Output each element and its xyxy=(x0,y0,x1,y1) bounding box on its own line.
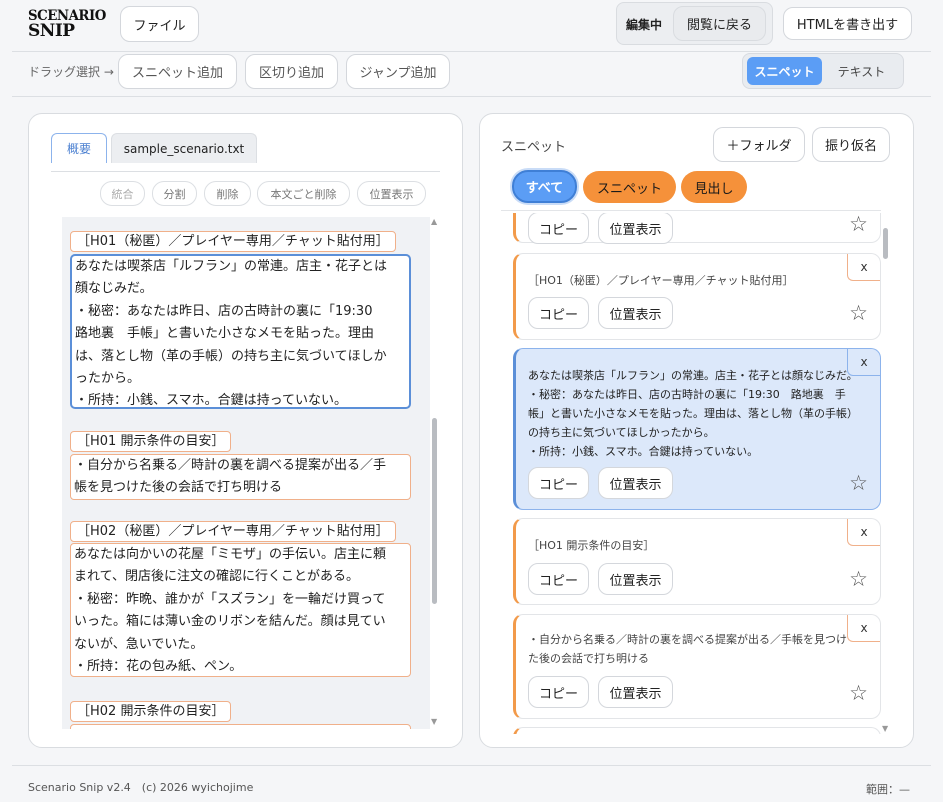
footer-version: Scenario Snip v2.4 (c) 2026 wyichojime xyxy=(28,781,254,794)
snippets-title: スニペット xyxy=(501,140,567,155)
mode-label: 編集中 xyxy=(626,18,663,32)
add-folder-button[interactable]: ＋フォルダ xyxy=(713,127,805,162)
block-body[interactable]: あなたは喫茶店「ルフラン」の常連。店主・花子とは 顔なじみだ。 ・秘密：あなたは… xyxy=(70,254,411,409)
close-icon[interactable]: x xyxy=(847,615,880,642)
snippet-card[interactable]: x ［HO1（秘匿）／プレイヤー専用／チャット貼付用］ コピー 位置表示 ☆ xyxy=(513,253,881,340)
body-line: ・秘密：あなたは昨日、店の古時計の裏に「19:30 xyxy=(75,303,386,319)
star-icon[interactable]: ☆ xyxy=(849,567,868,591)
snippet-text: ［HO1（秘匿）／プレイヤー専用／チャット貼付用］ xyxy=(528,274,794,287)
copy-button[interactable]: コピー xyxy=(528,213,589,244)
body-line: ・秘密：昨晩、誰かが「スズラン」を一輪だけ買って xyxy=(74,591,386,607)
snippet-line: ・所持：小銭、スマホ。合鍵は持っていない。 xyxy=(528,445,759,458)
locate-button[interactable]: 位置表示 xyxy=(598,467,673,499)
snippet-line: 帳」と書いた小さなメモを貼った。理由は、落とし物（革の手帳） xyxy=(528,407,858,420)
scroll-up-icon[interactable]: ▲ xyxy=(431,217,437,226)
filter-all[interactable]: すべて xyxy=(512,170,577,203)
block-body[interactable]: あなたは向かいの花屋「ミモザ」の手伝い。店主に頼 まれて、閉店後に注文の確認に行… xyxy=(70,543,411,677)
footer-range: 範囲：— xyxy=(866,783,910,796)
toggle-text[interactable]: テキスト xyxy=(824,57,899,85)
star-icon[interactable]: ☆ xyxy=(849,301,868,325)
locate-button[interactable]: 位置表示 xyxy=(598,297,673,329)
body-line: ったから。 xyxy=(75,371,141,387)
toggle-snippet[interactable]: スニペット xyxy=(747,57,822,85)
logo-line-1: SCENARIO xyxy=(28,8,106,24)
snippet-text: あなたは喫茶店「ルフラン」の常連。店主・花子とは顔なじみだ。 ・秘密：あなたは昨… xyxy=(528,366,858,461)
body-line: 帳を見つけた後の会話で打ち明ける xyxy=(74,480,283,496)
body-line: ・自分から名乗る／時計の裏を調べる提案が出る／手 xyxy=(74,458,387,473)
body-line: あなたは向かいの花屋「ミモザ」の手伝い。店主に頼 xyxy=(74,547,387,562)
snippet-line: あなたは喫茶店「ルフラン」の常連。店主・花子とは顔なじみだ。 xyxy=(528,369,858,382)
body-line: ・所持：花の包み紙、ペン。 xyxy=(74,659,243,675)
merge-button[interactable]: 統合 xyxy=(100,181,145,206)
furigana-button[interactable]: 振り仮名 xyxy=(812,127,890,162)
body-line: ・所持：小銭、スマホ。合鍵は持っていない。 xyxy=(75,393,347,409)
export-html-button[interactable]: HTMLを書き出す xyxy=(783,7,912,40)
editor-content[interactable]: ［H01（秘匿）／プレイヤー専用／チャット貼付用］ あなたは喫茶店「ルフラン」の… xyxy=(62,217,430,729)
filter-heading[interactable]: 見出し xyxy=(681,171,747,203)
snippet-text: ［HO1 開示条件の目安］ xyxy=(528,539,655,552)
copy-button[interactable]: コピー xyxy=(528,676,589,708)
block-heading[interactable]: ［H02 開示条件の目安］ xyxy=(70,701,232,722)
snippet-card[interactable] xyxy=(513,727,881,734)
snippet-line: た後の会話で打ち明ける xyxy=(528,652,649,665)
back-to-view-button[interactable]: 閲覧に戻る xyxy=(673,6,766,41)
split-button[interactable]: 分割 xyxy=(152,181,197,206)
snippet-card[interactable]: x ・自分から名乗る／時計の裏を調べる提案が出る／手帳を見つけ た後の会話で打ち… xyxy=(513,614,881,719)
snippet-scrollbar[interactable] xyxy=(883,228,888,259)
block-heading[interactable]: ［H01（秘匿）／プレイヤー専用／チャット貼付用］ xyxy=(70,231,396,252)
delete-button[interactable]: 削除 xyxy=(204,181,251,206)
body-line: まれて、閉店後に注文の確認に行くことがある。 xyxy=(74,569,359,585)
snippet-line: ・秘密：あなたは昨日、店の古時計の裏に「19:30 路地裏 手 xyxy=(528,388,846,401)
star-icon[interactable]: ☆ xyxy=(849,471,868,495)
block-heading[interactable]: ［H01 開示条件の目安］ xyxy=(70,431,232,452)
locate-button[interactable]: 位置表示 xyxy=(598,563,673,595)
drag-select-label: ドラッグ選択 → xyxy=(28,65,114,79)
body-line: いった。箱には薄い金のリボンを結んだ。顔は見てい xyxy=(74,614,386,630)
copy-button[interactable]: コピー xyxy=(528,563,589,595)
close-icon[interactable]: x xyxy=(847,519,880,546)
copy-button[interactable]: コピー xyxy=(528,297,589,329)
tab-overview[interactable]: 概要 xyxy=(51,133,107,163)
snippet-text: ・自分から名乗る／時計の裏を調べる提案が出る／手帳を見つけ た後の会話で打ち明け… xyxy=(528,630,847,668)
snippet-list[interactable]: コピー 位置表示 ☆ x ［HO1（秘匿）／プレイヤー専用／チャット貼付用］ コ… xyxy=(500,213,890,734)
scroll-down-icon[interactable]: ▼ xyxy=(431,717,437,726)
close-icon[interactable]: x xyxy=(847,254,880,281)
snippet-line: ・自分から名乗る／時計の裏を調べる提案が出る／手帳を見つけ xyxy=(528,633,847,646)
locate-button[interactable]: 位置表示 xyxy=(598,213,673,244)
star-icon[interactable]: ☆ xyxy=(849,213,868,236)
body-line: 顔なじみだ。 xyxy=(75,281,153,297)
star-icon[interactable]: ☆ xyxy=(849,681,868,705)
add-jump-button[interactable]: ジャンプ追加 xyxy=(346,54,450,89)
snippet-card[interactable]: x ［HO1 開示条件の目安］ コピー 位置表示 ☆ xyxy=(513,518,881,605)
divider xyxy=(12,51,931,52)
snippet-card-active[interactable]: x あなたは喫茶店「ルフラン」の常連。店主・花子とは顔なじみだ。 ・秘密：あなた… xyxy=(513,348,881,510)
body-line: ないが、急いでいた。 xyxy=(74,636,204,652)
editor-scrollbar[interactable] xyxy=(432,418,437,604)
block-body[interactable] xyxy=(70,724,411,729)
delete-with-body-button[interactable]: 本文ごと削除 xyxy=(257,181,350,206)
add-snippet-button[interactable]: スニペット追加 xyxy=(118,54,237,89)
body-line: は、落とし物（革の手帳）の持ち主に気づいてほしか xyxy=(75,348,387,364)
logo-line-2: SNIP xyxy=(28,21,75,41)
block-heading[interactable]: ［H02（秘匿）／プレイヤー専用／チャット貼付用］ xyxy=(70,521,396,542)
scroll-down-icon[interactable]: ▼ xyxy=(882,724,888,733)
locate-button[interactable]: 位置表示 xyxy=(357,181,426,206)
snippet-line: の持ち主に気づいてほしかったから。 xyxy=(528,426,715,439)
block-body[interactable]: ・自分から名乗る／時計の裏を調べる提案が出る／手 帳を見つけた後の会話で打ち明け… xyxy=(70,454,411,500)
snippet-card[interactable]: コピー 位置表示 ☆ xyxy=(513,213,881,244)
app-logo: SCENARIO SNIP xyxy=(28,8,106,41)
filter-snippet[interactable]: スニペット xyxy=(583,171,676,203)
divider xyxy=(12,96,931,97)
filter-divider xyxy=(501,210,881,211)
locate-button[interactable]: 位置表示 xyxy=(598,676,673,708)
tab-divider xyxy=(51,171,440,172)
add-separator-button[interactable]: 区切り追加 xyxy=(245,54,338,89)
tab-file[interactable]: sample_scenario.txt xyxy=(111,133,257,163)
body-line: あなたは喫茶店「ルフラン」の常連。店主・花子とは xyxy=(75,259,388,274)
body-line: 路地裏 手帳」と書いた小さなメモを貼った。理由 xyxy=(75,326,375,342)
divider xyxy=(12,765,931,766)
copy-button[interactable]: コピー xyxy=(528,467,589,499)
file-menu-button[interactable]: ファイル xyxy=(120,6,199,42)
